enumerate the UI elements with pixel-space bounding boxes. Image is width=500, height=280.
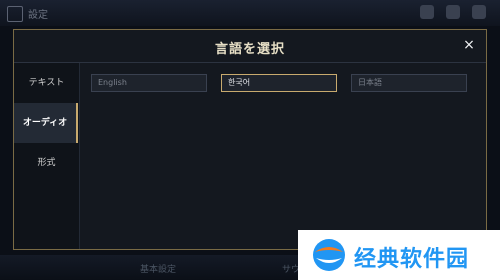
dialog-title: 言語を選択 — [214, 42, 285, 57]
language-option-japanese[interactable]: 日本語 — [351, 74, 467, 92]
language-option-english[interactable]: English — [91, 74, 207, 92]
settings-icon[interactable] — [472, 5, 486, 19]
back-icon[interactable] — [7, 6, 23, 22]
language-option-korean[interactable]: 한국어 — [221, 74, 337, 92]
sidebar-item-audio[interactable]: オーディオ — [14, 103, 78, 143]
watermark-logo-icon — [313, 239, 345, 271]
sidebar-item-format[interactable]: 形式 — [14, 143, 79, 183]
bottom-tab-basic[interactable]: 基本設定 — [140, 262, 176, 275]
watermark: 经典软件园 — [298, 230, 500, 280]
language-category-sidebar: テキスト オーディオ 形式 — [14, 63, 80, 249]
menu-icon[interactable] — [420, 5, 434, 19]
watermark-text: 经典软件园 — [354, 247, 470, 272]
app-title: 設定 — [28, 10, 48, 21]
close-button[interactable]: × — [460, 36, 478, 54]
notification-icon[interactable] — [446, 5, 460, 19]
language-dialog: 言語を選択 × テキスト オーディオ 形式 English 한국어 日本語 — [13, 29, 487, 250]
sidebar-item-text[interactable]: テキスト — [14, 63, 79, 103]
dialog-header: 言語を選択 × — [14, 30, 486, 63]
